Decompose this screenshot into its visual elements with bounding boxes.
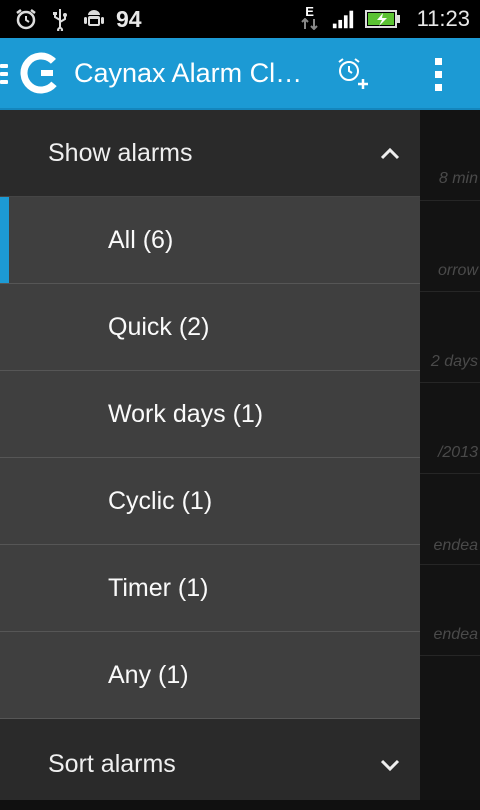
navigation-drawer: Show alarms All (6) Quick (2) Work days … bbox=[0, 110, 420, 800]
alarm-subtitle: /2013 bbox=[437, 444, 478, 461]
filter-item-label: All (6) bbox=[108, 226, 174, 254]
caynax-logo[interactable] bbox=[20, 52, 62, 94]
drawer-indicator-icon[interactable] bbox=[0, 64, 8, 88]
alarm-list-background: 8 min orrow 2 days /2013 endea endea bbox=[420, 110, 480, 800]
action-bar: Caynax Alarm Cl… bbox=[0, 38, 480, 110]
filter-item-all[interactable]: All (6) bbox=[0, 197, 420, 284]
battery-level-text: 94 bbox=[116, 5, 142, 32]
alarm-subtitle: orrow bbox=[437, 262, 478, 279]
alarm-subtitle: 2 days bbox=[430, 353, 478, 370]
list-item: endea bbox=[420, 473, 480, 565]
filter-item-work-days[interactable]: Work days (1) bbox=[0, 371, 420, 458]
clock-time: 11:23 bbox=[416, 6, 470, 31]
list-item: 2 days bbox=[420, 291, 480, 383]
sort-alarms-label: Sort alarms bbox=[48, 750, 176, 778]
sort-alarms-header[interactable]: Sort alarms bbox=[0, 719, 420, 800]
android-debug-icon bbox=[82, 7, 106, 31]
signal-icon bbox=[331, 7, 355, 31]
usb-icon bbox=[48, 7, 72, 31]
filter-item-label: Any (1) bbox=[108, 661, 189, 689]
app-title: Caynax Alarm Cl… bbox=[74, 58, 302, 88]
filter-item-cyclic[interactable]: Cyclic (1) bbox=[0, 458, 420, 545]
alarm-add-icon[interactable] bbox=[330, 50, 376, 96]
overflow-menu-icon[interactable] bbox=[424, 52, 452, 96]
alarm-subtitle: endea bbox=[433, 626, 479, 643]
filter-item-label: Quick (2) bbox=[108, 313, 210, 341]
list-item: endea bbox=[420, 564, 480, 656]
battery-charging-icon bbox=[364, 7, 401, 31]
alarm-subtitle: endea bbox=[433, 537, 479, 554]
filter-item-any[interactable]: Any (1) bbox=[0, 632, 420, 719]
list-item: /2013 bbox=[420, 382, 480, 474]
alarm-clock-icon bbox=[14, 7, 38, 31]
filter-item-label: Timer (1) bbox=[108, 574, 209, 602]
filter-item-quick[interactable]: Quick (2) bbox=[0, 284, 420, 371]
chevron-down-icon bbox=[378, 753, 402, 777]
network-e-icon: E bbox=[299, 4, 321, 32]
list-item: 8 min bbox=[420, 110, 480, 201]
list-item: orrow bbox=[420, 200, 480, 292]
alarm-subtitle: 8 min bbox=[438, 170, 478, 187]
show-alarms-header[interactable]: Show alarms bbox=[0, 110, 420, 197]
selection-indicator bbox=[0, 197, 9, 283]
filter-item-label: Cyclic (1) bbox=[108, 487, 213, 515]
show-alarms-label: Show alarms bbox=[48, 139, 193, 167]
filter-item-timer[interactable]: Timer (1) bbox=[0, 545, 420, 632]
chevron-up-icon bbox=[378, 142, 402, 166]
filter-item-label: Work days (1) bbox=[108, 400, 264, 428]
status-bar: 94 E 11:23 bbox=[0, 0, 480, 38]
network-type-label: E bbox=[305, 4, 314, 19]
